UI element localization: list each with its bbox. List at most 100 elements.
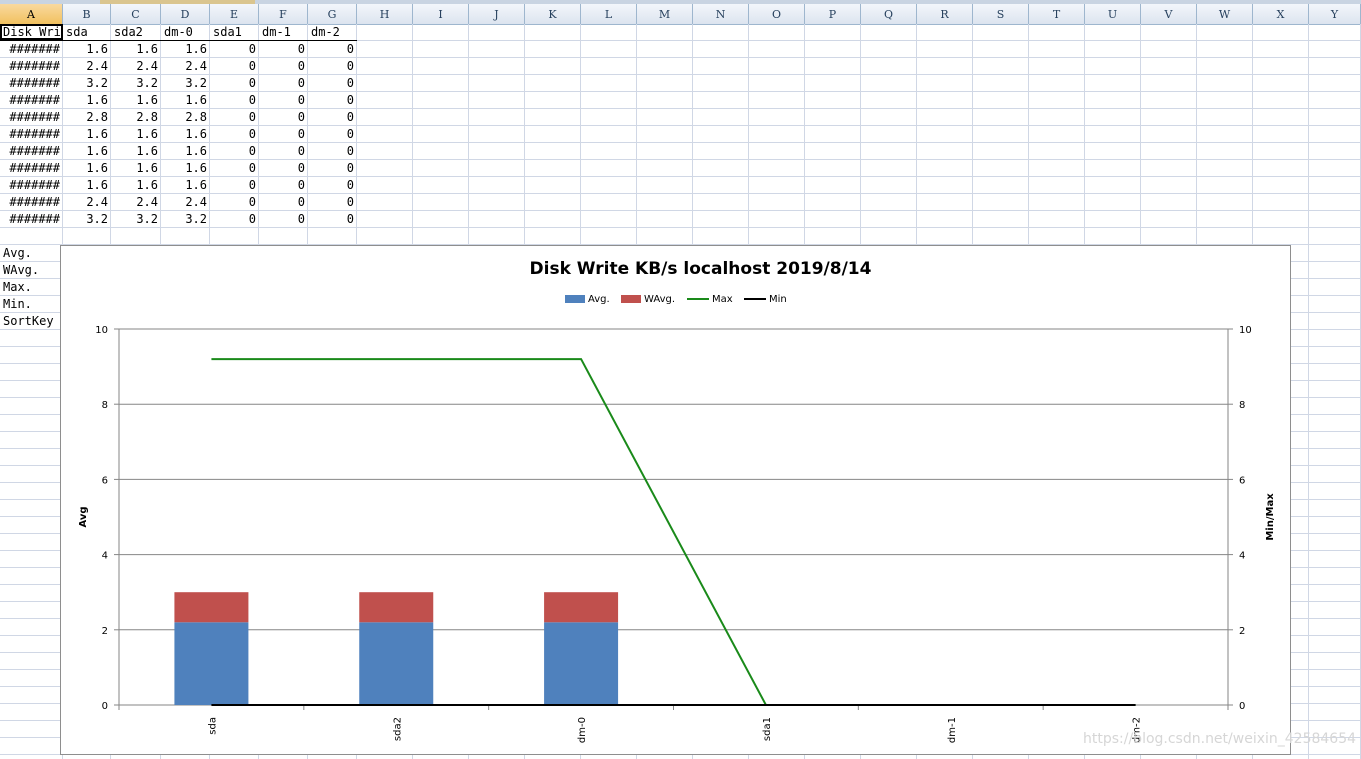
data-cell[interactable]: 1.6 bbox=[161, 143, 210, 160]
data-cell[interactable]: 1.6 bbox=[63, 126, 111, 143]
column-header-i[interactable]: I bbox=[413, 4, 469, 24]
summary-label[interactable]: Max. bbox=[0, 279, 63, 296]
data-cell[interactable]: 1.6 bbox=[111, 92, 161, 109]
data-cell[interactable]: 3.2 bbox=[63, 211, 111, 228]
data-cell[interactable]: 1.6 bbox=[63, 177, 111, 194]
header-cell[interactable]: dm-2 bbox=[308, 24, 357, 41]
column-header-y[interactable]: Y bbox=[1309, 4, 1361, 24]
data-cell[interactable]: 1.6 bbox=[63, 160, 111, 177]
column-header-r[interactable]: R bbox=[917, 4, 973, 24]
data-cell[interactable]: ####### bbox=[0, 177, 63, 194]
data-cell[interactable]: 0 bbox=[259, 92, 308, 109]
data-cell[interactable]: 3.2 bbox=[63, 75, 111, 92]
data-cell[interactable]: 0 bbox=[210, 160, 259, 177]
data-cell[interactable]: 1.6 bbox=[161, 41, 210, 58]
data-cell[interactable]: 1.6 bbox=[63, 143, 111, 160]
data-cell[interactable]: 0 bbox=[210, 126, 259, 143]
data-cell[interactable]: ####### bbox=[0, 211, 63, 228]
column-header-n[interactable]: N bbox=[693, 4, 749, 24]
data-cell[interactable]: 0 bbox=[210, 211, 259, 228]
data-cell[interactable]: 0 bbox=[210, 92, 259, 109]
data-cell[interactable]: 1.6 bbox=[161, 126, 210, 143]
summary-label[interactable]: SortKey bbox=[0, 313, 63, 330]
data-cell[interactable]: 0 bbox=[210, 143, 259, 160]
column-header-w[interactable]: W bbox=[1197, 4, 1253, 24]
data-cell[interactable]: 3.2 bbox=[161, 211, 210, 228]
data-cell[interactable]: ####### bbox=[0, 143, 63, 160]
summary-label[interactable]: Avg. bbox=[0, 245, 63, 262]
data-cell[interactable]: 0 bbox=[210, 194, 259, 211]
data-cell[interactable]: 0 bbox=[259, 160, 308, 177]
column-header-c[interactable]: C bbox=[111, 4, 161, 24]
column-header-h[interactable]: H bbox=[357, 4, 413, 24]
data-cell[interactable]: ####### bbox=[0, 109, 63, 126]
header-cell[interactable]: dm-0 bbox=[161, 24, 210, 41]
data-cell[interactable]: 1.6 bbox=[161, 160, 210, 177]
data-cell[interactable]: ####### bbox=[0, 58, 63, 75]
data-cell[interactable]: 0 bbox=[308, 92, 357, 109]
column-header-a[interactable]: A bbox=[0, 4, 63, 24]
data-cell[interactable]: ####### bbox=[0, 194, 63, 211]
data-cell[interactable]: 1.6 bbox=[111, 177, 161, 194]
data-cell[interactable]: 0 bbox=[308, 109, 357, 126]
data-cell[interactable]: ####### bbox=[0, 92, 63, 109]
header-cell[interactable]: dm-1 bbox=[259, 24, 308, 41]
data-cell[interactable]: 0 bbox=[210, 58, 259, 75]
column-header-k[interactable]: K bbox=[525, 4, 581, 24]
data-cell[interactable]: 2.8 bbox=[63, 109, 111, 126]
column-header-j[interactable]: J bbox=[469, 4, 525, 24]
data-cell[interactable]: ####### bbox=[0, 126, 63, 143]
data-cell[interactable]: 0 bbox=[210, 41, 259, 58]
data-cell[interactable]: 1.6 bbox=[63, 41, 111, 58]
data-cell[interactable]: ####### bbox=[0, 160, 63, 177]
data-cell[interactable]: 2.4 bbox=[111, 194, 161, 211]
data-cell[interactable]: 3.2 bbox=[111, 211, 161, 228]
column-header-s[interactable]: S bbox=[973, 4, 1029, 24]
data-cell[interactable]: 0 bbox=[308, 75, 357, 92]
data-cell[interactable]: 1.6 bbox=[111, 41, 161, 58]
column-header-o[interactable]: O bbox=[749, 4, 805, 24]
data-cell[interactable]: 0 bbox=[210, 177, 259, 194]
data-cell[interactable]: ####### bbox=[0, 41, 63, 58]
data-cell[interactable]: 2.8 bbox=[161, 109, 210, 126]
data-cell[interactable]: 1.6 bbox=[161, 92, 210, 109]
column-header-b[interactable]: B bbox=[63, 4, 111, 24]
column-header-m[interactable]: M bbox=[637, 4, 693, 24]
column-header-q[interactable]: Q bbox=[861, 4, 917, 24]
data-cell[interactable]: 0 bbox=[259, 58, 308, 75]
data-cell[interactable]: 0 bbox=[259, 143, 308, 160]
summary-label[interactable]: WAvg. bbox=[0, 262, 63, 279]
data-cell[interactable]: 0 bbox=[259, 126, 308, 143]
column-header-d[interactable]: D bbox=[161, 4, 210, 24]
column-header-t[interactable]: T bbox=[1029, 4, 1085, 24]
column-header-g[interactable]: G bbox=[308, 4, 357, 24]
data-cell[interactable]: ####### bbox=[0, 75, 63, 92]
data-cell[interactable]: 2.4 bbox=[63, 58, 111, 75]
data-cell[interactable]: 1.6 bbox=[111, 160, 161, 177]
data-cell[interactable]: 0 bbox=[308, 177, 357, 194]
data-cell[interactable]: 0 bbox=[308, 143, 357, 160]
data-cell[interactable]: 1.6 bbox=[63, 92, 111, 109]
column-header-x[interactable]: X bbox=[1253, 4, 1309, 24]
data-cell[interactable]: 2.4 bbox=[161, 58, 210, 75]
header-cell[interactable]: sda2 bbox=[111, 24, 161, 41]
data-cell[interactable]: 0 bbox=[259, 75, 308, 92]
data-cell[interactable]: 1.6 bbox=[111, 126, 161, 143]
data-cell[interactable]: 1.6 bbox=[161, 177, 210, 194]
column-header-u[interactable]: U bbox=[1085, 4, 1141, 24]
data-cell[interactable]: 0 bbox=[259, 109, 308, 126]
data-cell[interactable]: 2.4 bbox=[63, 194, 111, 211]
header-cell[interactable]: sda bbox=[63, 24, 111, 41]
data-cell[interactable]: 2.4 bbox=[161, 194, 210, 211]
data-cell[interactable]: 0 bbox=[259, 41, 308, 58]
data-cell[interactable]: 2.4 bbox=[111, 58, 161, 75]
data-cell[interactable]: 0 bbox=[308, 160, 357, 177]
data-cell[interactable]: 0 bbox=[259, 194, 308, 211]
data-cell[interactable]: 1.6 bbox=[111, 143, 161, 160]
column-header-l[interactable]: L bbox=[581, 4, 637, 24]
column-header-v[interactable]: V bbox=[1141, 4, 1197, 24]
header-cell[interactable]: sda1 bbox=[210, 24, 259, 41]
data-cell[interactable]: 0 bbox=[308, 211, 357, 228]
data-cell[interactable]: 2.8 bbox=[111, 109, 161, 126]
data-cell[interactable]: 0 bbox=[210, 75, 259, 92]
